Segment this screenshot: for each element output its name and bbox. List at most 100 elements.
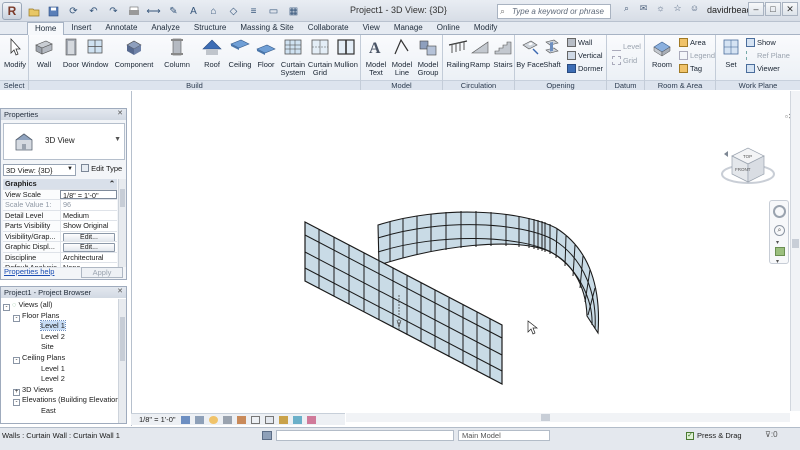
wall-opening-button[interactable]: Wall bbox=[567, 38, 592, 47]
tab-modify[interactable]: Modify bbox=[467, 22, 505, 35]
tree-node-views-all[interactable]: - ◌ Views (all) bbox=[3, 300, 117, 311]
tab-structure[interactable]: Structure bbox=[187, 22, 233, 35]
3d-view-icon[interactable]: ⌂ bbox=[205, 3, 222, 19]
worksets-icon[interactable] bbox=[262, 431, 272, 440]
legend-button[interactable]: Legend bbox=[679, 51, 715, 60]
pan-icon[interactable] bbox=[775, 247, 785, 256]
tab-online[interactable]: Online bbox=[430, 22, 467, 35]
show-workplane-button[interactable]: Show bbox=[746, 38, 776, 47]
viewcube[interactable]: TOP FRONT bbox=[716, 138, 776, 198]
switch-windows-icon[interactable]: ▦ bbox=[285, 3, 302, 19]
visual-style-icon[interactable] bbox=[194, 415, 204, 424]
room-button[interactable]: Room bbox=[647, 37, 677, 69]
edit-type-button[interactable]: Edit Type bbox=[81, 164, 122, 173]
main-model-selector[interactable]: Main Model bbox=[458, 430, 550, 441]
tab-insert[interactable]: Insert bbox=[64, 22, 98, 35]
mullion-button[interactable]: Mullion bbox=[331, 37, 361, 69]
tree-node-site[interactable]: Site bbox=[3, 342, 117, 353]
tab-analyze[interactable]: Analyze bbox=[144, 22, 186, 35]
communication-icon[interactable]: ☼ bbox=[654, 3, 667, 17]
section-icon[interactable]: ◇ bbox=[225, 3, 242, 19]
redo-icon[interactable]: ↷ bbox=[105, 3, 122, 19]
close-icon[interactable]: ✕ bbox=[117, 287, 123, 295]
temporary-hide-icon[interactable] bbox=[292, 415, 302, 424]
search-input[interactable]: ⌕ Type a keyword or phrase bbox=[497, 4, 611, 19]
zoom-icon[interactable]: ⌕ bbox=[774, 225, 785, 236]
open-icon[interactable] bbox=[25, 3, 42, 19]
lock-view-icon[interactable] bbox=[278, 415, 288, 424]
vertical-opening-button[interactable]: Vertical bbox=[567, 51, 603, 60]
graphics-group-header[interactable]: Graphics ⌃ bbox=[3, 179, 117, 190]
undo-icon[interactable]: ↶ bbox=[85, 3, 102, 19]
sync-icon[interactable]: ⟳ bbox=[65, 3, 82, 19]
roof-button[interactable]: Roof bbox=[197, 37, 227, 69]
level-button[interactable]: Level bbox=[612, 42, 641, 51]
binoculars-icon[interactable]: ⌕ bbox=[620, 3, 633, 17]
window-button[interactable]: Window bbox=[80, 37, 110, 69]
nav-options-icon[interactable]: ▾ bbox=[776, 258, 779, 265]
maximize-button[interactable]: □ bbox=[765, 2, 781, 16]
aligned-dimension-icon[interactable]: ✎ bbox=[165, 3, 182, 19]
shaft-button[interactable]: Shaft bbox=[537, 37, 567, 69]
zoom-dropdown-icon[interactable]: ▾ bbox=[776, 239, 779, 246]
property-row[interactable]: Detail Level Medium bbox=[3, 210, 117, 221]
tree-node-ceiling-plans[interactable]: - Ceiling Plans bbox=[3, 353, 117, 364]
close-hidden-windows-icon[interactable]: ▭ bbox=[265, 3, 282, 19]
browser-scrollbar[interactable] bbox=[118, 299, 126, 423]
sun-path-icon[interactable] bbox=[208, 415, 218, 424]
application-menu-button[interactable]: R bbox=[2, 2, 22, 20]
column-button[interactable]: Column bbox=[162, 37, 192, 69]
tree-node-floor-plan-level-1[interactable]: Level 1 bbox=[3, 320, 117, 332]
stairs-button[interactable]: Stairs bbox=[488, 37, 518, 69]
set-button[interactable]: Set bbox=[716, 37, 746, 69]
apply-button[interactable]: Apply bbox=[81, 267, 123, 278]
reveal-hidden-icon[interactable] bbox=[306, 415, 316, 424]
tab-massing-site[interactable]: Massing & Site bbox=[233, 22, 300, 35]
tree-node-floor-plans[interactable]: - Floor Plans bbox=[3, 311, 117, 322]
ref-plane-button[interactable]: Ref Plane bbox=[746, 51, 790, 60]
tree-node-east[interactable]: East bbox=[3, 406, 117, 417]
tab-view[interactable]: View bbox=[356, 22, 387, 35]
home-view-icon[interactable] bbox=[724, 151, 728, 157]
edit-visibility-button[interactable]: Edit... bbox=[63, 232, 115, 241]
filter-icon[interactable]: ⊽:0 bbox=[765, 430, 778, 439]
model-group-button[interactable]: Model Group bbox=[413, 37, 443, 77]
press-drag-toggle[interactable]: ✓ Press & Drag bbox=[686, 431, 742, 440]
thin-lines-icon[interactable]: ≡ bbox=[245, 3, 262, 19]
floor-button[interactable]: Floor bbox=[251, 37, 281, 69]
wall-button[interactable]: Wall bbox=[29, 37, 59, 69]
tab-home[interactable]: Home bbox=[27, 22, 65, 35]
tree-node-elevations[interactable]: - Elevations (Building Elevation) bbox=[3, 395, 122, 407]
tree-node-3d-views[interactable]: +3D Views bbox=[3, 385, 117, 396]
save-icon[interactable] bbox=[45, 3, 62, 19]
close-button[interactable]: ✕ bbox=[782, 2, 798, 16]
tab-annotate[interactable]: Annotate bbox=[98, 22, 144, 35]
tag-button[interactable]: Tag bbox=[679, 64, 702, 73]
tree-node-ceiling-level-1[interactable]: Level 1 bbox=[3, 364, 117, 375]
workset-selector[interactable] bbox=[276, 430, 454, 441]
render-icon[interactable] bbox=[236, 415, 246, 424]
type-selector[interactable]: 3D View ▼ bbox=[3, 123, 125, 160]
steering-wheel-icon[interactable] bbox=[773, 205, 786, 218]
drawing-canvas[interactable] bbox=[131, 91, 800, 426]
grid-button[interactable]: Grid bbox=[612, 56, 637, 65]
edit-graphic-display-button[interactable]: Edit... bbox=[63, 243, 115, 252]
horizontal-scrollbar[interactable] bbox=[346, 413, 790, 422]
shadows-icon[interactable] bbox=[222, 415, 232, 424]
viewer-button[interactable]: Viewer bbox=[746, 64, 780, 73]
crop-view-icon[interactable] bbox=[250, 415, 260, 424]
crop-region-icon[interactable] bbox=[264, 415, 274, 424]
view-scale[interactable]: 1/8" = 1'-0" bbox=[139, 415, 176, 424]
modify-button[interactable]: Modify bbox=[0, 37, 30, 69]
area-button[interactable]: Area bbox=[679, 38, 706, 47]
print-icon[interactable] bbox=[125, 3, 142, 19]
subscription-icon[interactable]: ✉ bbox=[637, 3, 650, 17]
tag-icon[interactable]: A bbox=[185, 3, 202, 19]
minimize-button[interactable]: – bbox=[748, 2, 764, 16]
close-icon[interactable]: ✕ bbox=[117, 109, 123, 117]
measure-icon[interactable]: ⟷ bbox=[145, 3, 162, 19]
tree-node-floor-plan-level-2[interactable]: Level 2 bbox=[3, 332, 117, 343]
tab-collaborate[interactable]: Collaborate bbox=[301, 22, 356, 35]
curtain-system-button[interactable]: Curtain System bbox=[278, 37, 308, 77]
instance-selector[interactable]: 3D View: {3D} ▼ bbox=[3, 164, 76, 176]
